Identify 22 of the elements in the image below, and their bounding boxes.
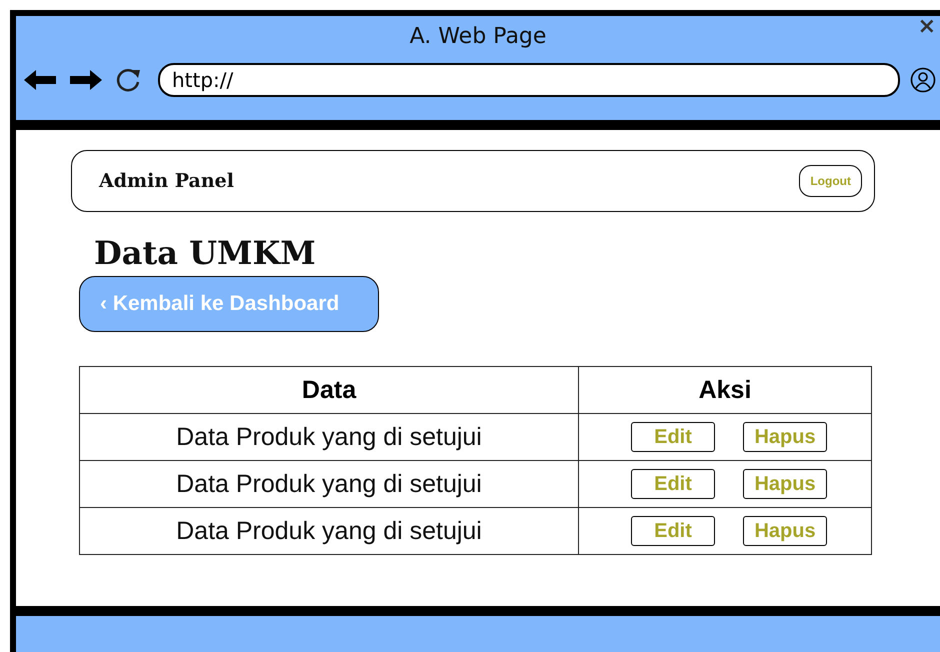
back-button[interactable]: ‹ Kembali ke Dashboard <box>79 276 379 332</box>
logout-button[interactable]: Logout <box>799 165 862 197</box>
address-field[interactable]: http:// <box>158 63 900 97</box>
page-heading: Data UMKM <box>94 234 317 272</box>
forward-arrow-icon[interactable] <box>68 68 104 92</box>
back-arrow-icon[interactable] <box>22 68 58 92</box>
delete-button[interactable]: Hapus <box>743 469 827 499</box>
table-cell: Data Produk yang di setujui <box>80 508 578 554</box>
edit-button[interactable]: Edit <box>631 516 715 546</box>
navbar-title: Admin Panel <box>99 170 234 192</box>
table-cell: Data Produk yang di setujui <box>80 460 578 508</box>
user-icon[interactable] <box>910 67 936 93</box>
delete-button[interactable]: Hapus <box>743 422 827 452</box>
edit-button[interactable]: Edit <box>631 422 715 452</box>
window-title: A. Web Page <box>410 24 546 48</box>
reload-icon[interactable] <box>114 66 142 94</box>
delete-button[interactable]: Hapus <box>743 516 827 546</box>
column-header: Data <box>80 366 578 414</box>
column-header: Aksi <box>578 366 872 414</box>
table-cell: Data Produk yang di setujui <box>80 414 578 460</box>
close-button[interactable]: × <box>918 16 936 39</box>
edit-button[interactable]: Edit <box>631 469 715 499</box>
